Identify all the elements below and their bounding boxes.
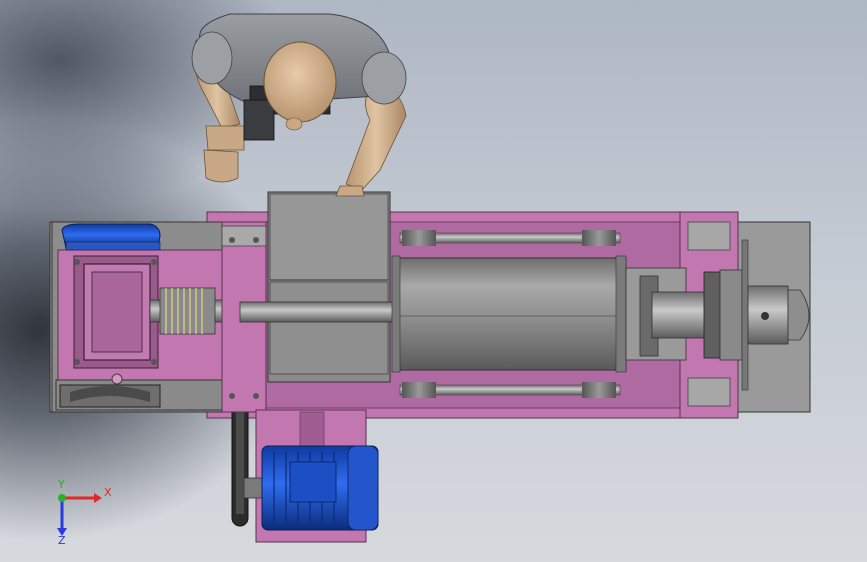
gearbox-blue-cap[interactable] [61,223,161,251]
3d-viewport[interactable]: X Y Z [0,0,867,562]
human-mannequin[interactable] [191,13,407,197]
coordinate-triad: X Y Z [44,478,124,550]
triad-axes [57,493,102,536]
press-cage-drum[interactable] [391,255,627,373]
triad-z-label: Z [58,534,66,547]
triad-y-label: Y [58,478,65,491]
assembly-scene[interactable] [0,0,867,562]
triad-x-label: X [104,486,112,499]
electric-motor[interactable] [243,445,379,531]
main-shaft[interactable] [239,301,401,323]
feed-hopper-housing[interactable] [267,191,391,383]
